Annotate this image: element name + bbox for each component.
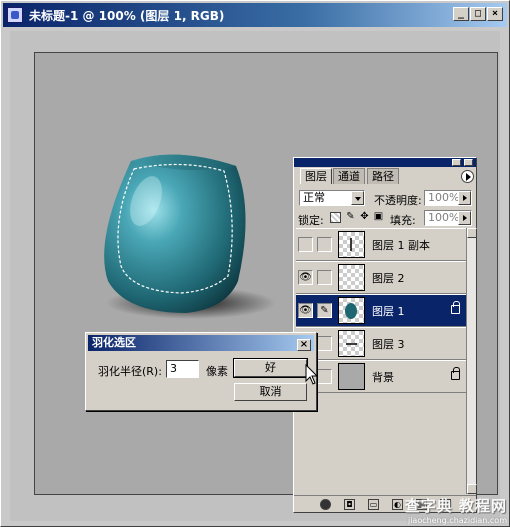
link-toggle[interactable] <box>317 369 332 384</box>
close-button[interactable]: × <box>487 7 503 21</box>
blend-mode-value: 正常 <box>303 191 325 204</box>
chevron-right-icon <box>458 211 471 225</box>
layer-name: 图层 1 副本 <box>372 239 430 252</box>
title-bar[interactable]: 未标题-1 @ 100% (图层 1, RGB) _ □ × <box>3 3 507 27</box>
layers-palette: 图层 通道 路径 正常 不透明度: 100% 锁定: ✎ ✥ ▣ 填充: 100… <box>293 157 477 513</box>
vase-outline-icon <box>350 238 352 251</box>
lock-all-icon[interactable]: ▣ <box>373 212 384 223</box>
opacity-input[interactable]: 100% <box>424 190 472 206</box>
layer-name: 图层 2 <box>372 272 405 285</box>
mouse-cursor-icon <box>305 364 319 385</box>
dialog-close-button[interactable]: × <box>297 339 311 351</box>
layer-row-background[interactable]: 背景 <box>296 360 466 393</box>
palette-close-button[interactable] <box>464 159 473 166</box>
palette-menu-button[interactable] <box>461 170 474 183</box>
vase-thumbnail-icon <box>345 303 357 319</box>
layer-thumbnail <box>338 330 365 357</box>
layers-scrollbar[interactable] <box>466 228 477 494</box>
feather-radius-input[interactable]: 3 <box>166 360 199 378</box>
maximize-button[interactable]: □ <box>470 7 486 21</box>
watermark: 查字典 教程网 jiaocheng.chazidian.com <box>379 495 507 525</box>
opacity-label: 不透明度: <box>374 194 422 207</box>
tab-layers[interactable]: 图层 <box>300 168 332 184</box>
lock-brush-icon[interactable]: ✎ <box>345 212 356 223</box>
window-title: 未标题-1 @ 100% (图层 1, RGB) <box>29 9 225 23</box>
layer-name: 背景 <box>372 371 394 384</box>
brush-icon[interactable]: ✎ <box>317 303 332 318</box>
cancel-button[interactable]: 取消 <box>234 383 307 401</box>
ok-button[interactable]: 好 <box>233 358 308 378</box>
shadow-thumbnail-icon <box>346 343 357 345</box>
lock-label: 锁定: <box>298 214 324 227</box>
layer-row-layer1[interactable]: 👁 ✎ 图层 1 <box>296 294 466 327</box>
layer-name: 图层 3 <box>372 338 405 351</box>
blend-mode-select[interactable]: 正常 <box>299 190 365 206</box>
layer-row-layer1-copy[interactable]: 图层 1 副本 <box>296 228 466 261</box>
eye-icon[interactable]: 👁 <box>298 270 313 285</box>
minimize-button[interactable]: _ <box>453 7 469 21</box>
feather-selection-dialog: 羽化选区 × 羽化半径(R): 3 像素 好 取消 <box>85 332 317 411</box>
layer-thumbnail <box>338 231 365 258</box>
photoshop-document-icon <box>7 7 23 23</box>
lock-transparency-icon[interactable] <box>330 212 341 223</box>
fill-label: 填充: <box>390 214 416 227</box>
link-toggle[interactable] <box>317 237 332 252</box>
fill-value: 100% <box>428 211 460 224</box>
layer-style-icon[interactable] <box>320 499 331 510</box>
tab-channels[interactable]: 通道 <box>333 168 365 184</box>
layer-row-layer2[interactable]: 👁 图层 2 <box>296 261 466 294</box>
lock-move-icon[interactable]: ✥ <box>359 212 370 223</box>
link-toggle[interactable] <box>317 336 332 351</box>
vase-image <box>104 154 276 319</box>
unit-label: 像素 <box>206 365 228 378</box>
layer-name: 图层 1 <box>372 305 405 318</box>
new-set-icon[interactable]: ▭ <box>368 499 379 510</box>
link-toggle[interactable] <box>317 270 332 285</box>
dialog-title: 羽化选区 <box>92 336 136 349</box>
palette-minimize-button[interactable] <box>452 159 461 166</box>
layer-row-layer3[interactable]: 图层 3 <box>296 327 466 360</box>
scroll-down-arrow[interactable] <box>467 484 477 494</box>
chevron-down-icon <box>351 191 364 205</box>
lock-icon <box>451 301 460 314</box>
opacity-value: 100% <box>428 191 460 204</box>
document-window: 未标题-1 @ 100% (图层 1, RGB) _ □ × 图层 通道 路径 … <box>0 0 510 527</box>
palette-title-bar[interactable] <box>294 158 476 167</box>
scroll-up-arrow[interactable] <box>467 228 477 238</box>
lock-icon <box>451 367 460 380</box>
feather-radius-label: 羽化半径(R): <box>98 365 162 378</box>
layer-thumbnail <box>338 363 365 390</box>
chevron-right-icon <box>458 191 471 205</box>
layer-thumbnail <box>338 264 365 291</box>
visibility-toggle[interactable] <box>298 237 313 252</box>
watermark-url: jiaocheng.chazidian.com <box>407 516 507 525</box>
fill-input[interactable]: 100% <box>424 210 472 226</box>
layer-mask-icon[interactable]: ◘ <box>344 499 355 510</box>
eye-icon[interactable]: 👁 <box>298 303 313 318</box>
dialog-title-bar[interactable]: 羽化选区 × <box>88 335 314 351</box>
layer-thumbnail <box>338 297 365 324</box>
watermark-title: 查字典 教程网 <box>404 497 507 515</box>
tab-paths[interactable]: 路径 <box>367 168 399 184</box>
